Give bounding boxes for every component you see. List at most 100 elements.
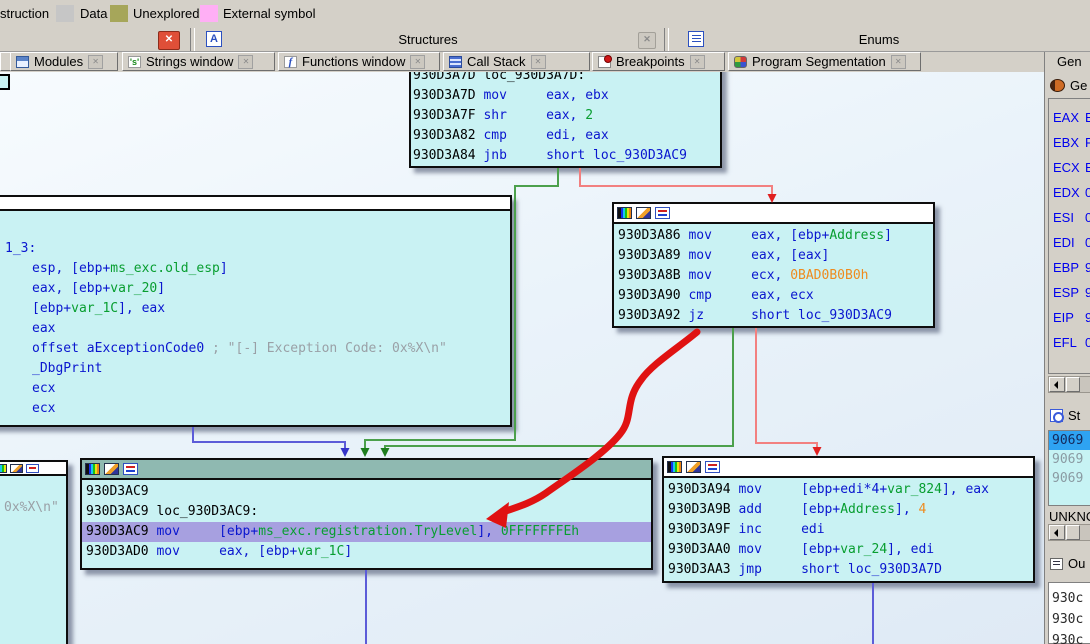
tab-call-stack[interactable]: Call Stack: [443, 52, 590, 71]
basic-block-930D3A86[interactable]: 930D3A86 mov eax, [ebp+Address]930D3A89 …: [612, 202, 935, 328]
palette-icon[interactable]: [667, 461, 682, 473]
register-row[interactable]: EDI0: [1049, 230, 1090, 255]
register-row[interactable]: EFL0: [1049, 330, 1090, 355]
output-line[interactable]: 930c: [1052, 630, 1090, 644]
tab-program-segmentation[interactable]: Program Segmentation: [728, 52, 921, 71]
close-tab-icon[interactable]: [638, 32, 656, 49]
asm-line[interactable]: 930D3AD0 mov eax, [ebp+var_1C]: [82, 542, 651, 562]
asm-line[interactable]: 930D3AA0 mov [ebp+var_24], edi: [664, 540, 1033, 560]
asm-line[interactable]: 0x%X\n": [0, 498, 66, 518]
asm-line[interactable]: 930D3A90 cmp eax, ecx: [614, 286, 933, 306]
asm-line[interactable]: 930D3A82 cmp edi, eax: [411, 126, 720, 146]
band-icon[interactable]: [26, 464, 39, 473]
register-row[interactable]: EBXF: [1049, 130, 1090, 155]
close-tab-icon[interactable]: [690, 55, 705, 69]
tab-modules[interactable]: Modules: [10, 52, 118, 71]
close-pane-icon[interactable]: [158, 31, 180, 50]
basic-block-930D3AC9[interactable]: 930D3AC9930D3AC9 loc_930D3AC9:930D3AC9 m…: [80, 458, 653, 570]
edit-icon[interactable]: [686, 461, 701, 473]
tab-modules-label: Modules: [34, 54, 83, 69]
asm-line[interactable]: 930D3AA3 jmp short loc_930D3A7D: [664, 560, 1033, 580]
edit-icon[interactable]: [636, 207, 651, 219]
modules-icon: [16, 56, 29, 68]
asm-line[interactable]: ecx: [0, 379, 510, 399]
tab-cut-left[interactable]: [0, 28, 190, 51]
asm-line[interactable]: 930D3AC9 loc_930D3AC9:: [82, 502, 651, 522]
asm-line[interactable]: ecx: [0, 399, 510, 419]
graph-view[interactable]: 930D3A7D loc_930D3A7D:930D3A7D mov eax, …: [0, 72, 1044, 644]
asm-line[interactable]: [ebp+var_1C], eax: [0, 299, 510, 319]
asm-line[interactable]: 930D3A9B add [ebp+Address], 4: [664, 500, 1033, 520]
output-line[interactable]: 930c: [1052, 609, 1090, 630]
registers-scrollbar[interactable]: [1048, 376, 1090, 393]
strings-icon: 's': [128, 56, 141, 68]
stack-scrollbar[interactable]: [1048, 524, 1090, 541]
tab-structures[interactable]: A Structures: [194, 28, 662, 51]
asm-line[interactable]: 930D3A7F shr eax, 2: [411, 106, 720, 126]
palette-icon[interactable]: [85, 463, 100, 475]
tab-breakpoints-label: Breakpoints: [616, 54, 685, 69]
general-registers-tab[interactable]: Ge: [1050, 78, 1087, 93]
close-tab-icon[interactable]: [410, 55, 425, 69]
scroll-left-icon[interactable]: [1049, 377, 1065, 392]
asm-line[interactable]: [0, 478, 66, 498]
band-icon[interactable]: [123, 463, 138, 475]
register-row[interactable]: EBP9: [1049, 255, 1090, 280]
tab-enums[interactable]: Enums: [668, 28, 1090, 51]
basic-block-cut-left[interactable]: 0x%X\n": [0, 460, 68, 644]
tab-breakpoints[interactable]: Breakpoints: [592, 52, 725, 71]
output-window-header[interactable]: Ou: [1050, 556, 1085, 571]
stack-row[interactable]: 9069: [1049, 469, 1090, 488]
register-row[interactable]: EIP9: [1049, 305, 1090, 330]
palette-icon[interactable]: [617, 207, 632, 219]
asm-line[interactable]: esp, [ebp+ms_exc.old_esp]: [0, 259, 510, 279]
register-row[interactable]: ESI0: [1049, 205, 1090, 230]
scroll-left-icon[interactable]: [1049, 525, 1065, 540]
close-tab-icon[interactable]: [88, 55, 103, 69]
output-line[interactable]: 930c: [1052, 588, 1090, 609]
scroll-thumb[interactable]: [1066, 377, 1080, 392]
asm-line[interactable]: 930D3A92 jz short loc_930D3AC9: [614, 306, 933, 326]
basic-block-930D3A94[interactable]: 930D3A94 mov [ebp+edi*4+var_824], eax930…: [662, 456, 1035, 583]
close-tab-icon[interactable]: [531, 55, 546, 69]
stack-view-icon: [1050, 409, 1063, 422]
scroll-thumb[interactable]: [1066, 525, 1080, 540]
asm-line[interactable]: _DbgPrint: [0, 359, 510, 379]
basic-block-exception-handler[interactable]: 1_3:esp, [ebp+ms_exc.old_esp]eax, [ebp+v…: [0, 195, 512, 427]
asm-line[interactable]: 930D3A8B mov ecx, 0BAD0B0B0h: [614, 266, 933, 286]
asm-line[interactable]: 930D3AC9: [82, 482, 651, 502]
band-icon[interactable]: [655, 207, 670, 219]
asm-line[interactable]: eax, [ebp+var_20]: [0, 279, 510, 299]
band-icon[interactable]: [705, 461, 720, 473]
asm-line[interactable]: 1_3:: [0, 239, 510, 259]
asm-line[interactable]: 930D3A89 mov eax, [eax]: [614, 246, 933, 266]
asm-line[interactable]: 930D3A7D mov eax, ebx: [411, 86, 720, 106]
close-tab-icon[interactable]: [891, 55, 906, 69]
asm-line[interactable]: 930D3A9F inc edi: [664, 520, 1033, 540]
stack-row[interactable]: 9069: [1049, 450, 1090, 469]
register-row[interactable]: EAXE: [1049, 105, 1090, 130]
register-row[interactable]: ECXE: [1049, 155, 1090, 180]
asm-line[interactable]: 930D3A84 jnb short loc_930D3AC9: [411, 146, 720, 166]
stack-view-header[interactable]: St: [1050, 408, 1080, 423]
stack-row[interactable]: 9069: [1049, 431, 1090, 450]
asm-line[interactable]: 930D3A7D loc_930D3A7D:: [411, 72, 720, 86]
register-row[interactable]: ESP9: [1049, 280, 1090, 305]
tab-functions-window[interactable]: f Functions window: [278, 52, 440, 71]
asm-line[interactable]: 930D3A86 mov eax, [ebp+Address]: [614, 226, 933, 246]
basic-block-930D3A7D[interactable]: 930D3A7D loc_930D3A7D:930D3A7D mov eax, …: [409, 72, 722, 168]
tab-functions-label: Functions window: [302, 54, 405, 69]
close-tab-icon[interactable]: [238, 55, 253, 69]
asm-line[interactable]: 930D3AC9 mov [ebp+ms_exc.registration.Tr…: [82, 522, 651, 542]
document-tab-bar: A Structures Enums: [0, 28, 1090, 52]
register-row[interactable]: EDX0: [1049, 180, 1090, 205]
tab-program-segmentation-label: Program Segmentation: [752, 54, 886, 69]
edit-icon[interactable]: [104, 463, 119, 475]
edit-icon[interactable]: [10, 464, 23, 473]
tab-strings-window[interactable]: 's' Strings window: [122, 52, 275, 71]
asm-line[interactable]: offset aExceptionCode0 ; "[-] Exception …: [0, 339, 510, 359]
asm-line[interactable]: 930D3A94 mov [ebp+edi*4+var_824], eax: [664, 480, 1033, 500]
palette-icon[interactable]: [0, 464, 7, 473]
asm-line[interactable]: [0, 219, 510, 239]
asm-line[interactable]: eax: [0, 319, 510, 339]
